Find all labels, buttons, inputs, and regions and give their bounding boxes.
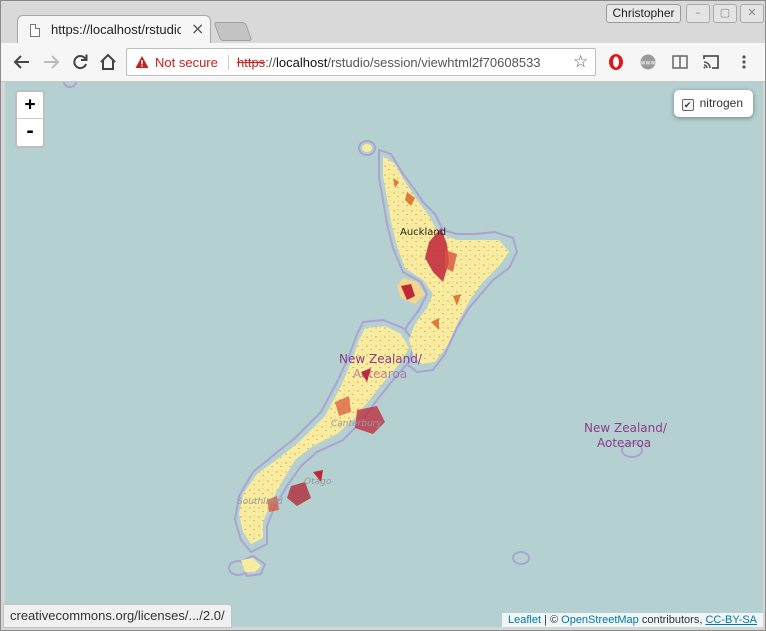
- minimize-button[interactable]: –: [686, 4, 710, 23]
- attribution-sep: | ©: [541, 614, 562, 626]
- arrow-left-icon: [13, 55, 29, 69]
- browser-window: https://localhost/rstudio × Christopher …: [0, 0, 766, 631]
- tab-title: https://localhost/rstudio: [51, 22, 181, 37]
- reader-mode-icon[interactable]: [671, 53, 689, 71]
- layer-checkbox[interactable]: ✔: [681, 99, 694, 111]
- label-canterbury: Canterbury: [331, 419, 382, 429]
- zoom-in-button[interactable]: +: [17, 92, 43, 119]
- tab-close-icon[interactable]: ×: [191, 19, 204, 38]
- map[interactable]: Auckland New Zealand/ Aotearoa New Zeala…: [5, 82, 763, 627]
- close-window-button[interactable]: ✕: [740, 4, 764, 23]
- zoom-control: + -: [15, 90, 45, 148]
- label-nz-main: New Zealand/: [339, 352, 423, 366]
- cast-icon[interactable]: [702, 53, 720, 71]
- home-icon: [100, 53, 116, 70]
- forward-button[interactable]: [40, 51, 62, 73]
- osm-link[interactable]: OpenStreetMap: [561, 614, 639, 626]
- opera-icon[interactable]: [607, 53, 625, 71]
- label-auckland: Auckland: [400, 227, 446, 238]
- back-button[interactable]: [11, 51, 33, 73]
- arrow-right-icon: [44, 55, 60, 69]
- reload-button[interactable]: [69, 51, 91, 73]
- url-host: localhost: [276, 55, 328, 70]
- new-tab-button[interactable]: [213, 22, 253, 41]
- label-aotearoa-main: Aotearoa: [353, 367, 407, 381]
- label-aotearoa-chatham: Aotearoa: [597, 436, 651, 450]
- url-separator: ://: [265, 55, 277, 70]
- status-bar: creativecommons.org/licenses/.../2.0/: [3, 604, 232, 628]
- url-text[interactable]: https://localhost/rstudio/session/viewht…: [237, 55, 572, 70]
- tab-strip: https://localhost/rstudio × Christopher …: [1, 1, 765, 46]
- security-label[interactable]: Not secure: [155, 55, 218, 70]
- omnibox-separator: [228, 55, 229, 70]
- home-button[interactable]: [97, 51, 119, 73]
- reload-icon: [73, 54, 88, 70]
- attribution-contributors: contributors,: [638, 614, 706, 626]
- coast-outline: [63, 82, 643, 578]
- svg-text:www: www: [641, 60, 656, 67]
- url-scheme: https: [237, 55, 266, 70]
- menu-icon[interactable]: [735, 53, 753, 71]
- zoom-out-button[interactable]: -: [17, 119, 43, 145]
- toolbar: Not secure https://localhost/rstudio/ses…: [1, 43, 765, 82]
- warning-icon: [135, 56, 149, 68]
- license-link[interactable]: CC-BY-SA: [705, 614, 757, 626]
- star-icon[interactable]: ☆: [573, 52, 588, 72]
- maximize-button[interactable]: ▢: [713, 4, 737, 23]
- url-path: /rstudio/session/viewhtml2f70608533: [327, 55, 541, 70]
- leaflet-link[interactable]: Leaflet: [508, 614, 541, 626]
- profile-button[interactable]: Christopher: [606, 4, 681, 23]
- label-otago: Otago: [304, 477, 332, 487]
- map-attribution: Leaflet | © OpenStreetMap contributors, …: [501, 613, 763, 627]
- map-canvas[interactable]: Auckland New Zealand/ Aotearoa New Zeala…: [5, 82, 763, 627]
- browser-tab[interactable]: https://localhost/rstudio ×: [17, 15, 211, 46]
- layer-label[interactable]: nitrogen: [700, 96, 743, 110]
- address-bar[interactable]: Not secure https://localhost/rstudio/ses…: [126, 48, 596, 76]
- label-nz-chatham: New Zealand/: [584, 421, 668, 435]
- label-southland: Southland: [237, 497, 283, 507]
- extension-icon[interactable]: www: [639, 53, 657, 71]
- page-icon: [30, 24, 40, 37]
- layer-control: ✔ nitrogen: [673, 90, 753, 117]
